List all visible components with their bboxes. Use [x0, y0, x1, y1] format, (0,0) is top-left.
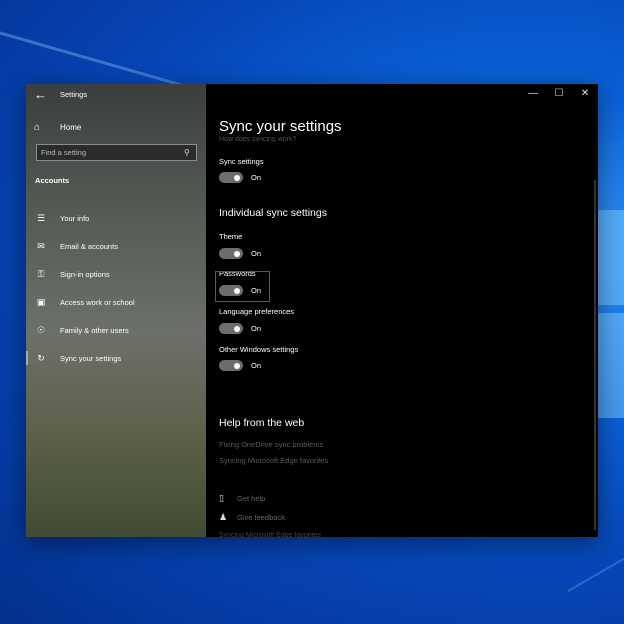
toggle-knob	[234, 362, 240, 369]
nav-item-family-users[interactable]: ☉ Family & other users	[26, 316, 206, 344]
toggle-track[interactable]	[219, 360, 243, 371]
nav-home[interactable]: ⌂ Home	[34, 120, 81, 134]
toggle-state: On	[251, 361, 262, 370]
sync-settings-label: Sync settings	[219, 157, 264, 166]
clipped-text: Syncing Microsoft Edge favorites	[219, 532, 321, 537]
toggle-track[interactable]	[219, 323, 243, 334]
nav-item-email-accounts[interactable]: ✉ Email & accounts	[26, 232, 206, 260]
app-title: Settings	[60, 90, 88, 99]
sync-icon: ↻	[37, 352, 45, 363]
sync-settings-toggle[interactable]: On	[219, 172, 261, 183]
scrollbar[interactable]	[594, 180, 596, 530]
nav-item-sync-settings[interactable]: ↻ Sync your settings	[26, 344, 206, 372]
toggle-track[interactable]	[219, 248, 243, 259]
envelope-icon: ✉	[37, 240, 45, 251]
page-title: Sync your settings	[219, 118, 342, 135]
get-help-label: Get help	[237, 494, 266, 503]
briefcase-icon: ▣	[36, 296, 46, 307]
individual-sync-heading: Individual sync settings	[219, 207, 327, 219]
help-link-onedrive[interactable]: Fixing OneDrive sync problems	[219, 440, 323, 449]
chat-help-icon: ▯	[219, 493, 224, 503]
sidebar: ← Settings ⌂ Home ⚲ Accounts ☰ Your info…	[26, 84, 206, 537]
nav-item-label: Access work or school	[60, 297, 135, 307]
help-link-edge[interactable]: Syncing Microsoft Edge favorites	[219, 456, 328, 465]
toggle-state: On	[251, 249, 262, 258]
theme-toggle[interactable]: On	[219, 248, 261, 259]
close-button[interactable]: ✕	[572, 84, 598, 104]
contact-card-icon: ☰	[36, 212, 46, 223]
window-controls: — ☐ ✕	[520, 84, 598, 104]
nav-item-label: Sync your settings	[60, 353, 122, 363]
highlight-box	[215, 271, 270, 302]
maximize-button[interactable]: ☐	[546, 84, 572, 104]
search-input[interactable]	[37, 148, 184, 157]
search-box[interactable]: ⚲	[36, 144, 197, 161]
home-icon: ⌂	[34, 121, 41, 133]
get-help-link[interactable]: ▯ Get help	[219, 493, 265, 504]
nav-home-label: Home	[60, 122, 82, 132]
toggle-knob	[234, 250, 240, 257]
nav-item-label: Sign-in options	[60, 269, 110, 279]
how-sync-works-link[interactable]: How does syncing work?	[219, 136, 296, 142]
language-preferences-toggle[interactable]: On	[219, 323, 261, 334]
nav-item-sign-in-options[interactable]: ⚿ Sign-in options	[26, 260, 206, 288]
other-windows-settings-label: Other Windows settings	[219, 345, 299, 354]
language-preferences-label: Language preferences	[219, 307, 295, 316]
give-feedback-label: Give feedback	[237, 513, 285, 522]
nav-item-label: Your info	[60, 213, 90, 223]
nav-list: ☰ Your info ✉ Email & accounts ⚿ Sign-in…	[26, 204, 206, 372]
theme-label: Theme	[219, 232, 243, 241]
windows-logo	[598, 210, 624, 420]
toggle-state: On	[251, 324, 262, 333]
minimize-button[interactable]: —	[520, 84, 546, 104]
nav-item-label: Family & other users	[60, 325, 129, 335]
nav-item-your-info[interactable]: ☰ Your info	[26, 204, 206, 232]
nav-item-access-work[interactable]: ▣ Access work or school	[26, 288, 206, 316]
toggle-knob	[234, 325, 240, 332]
title-bar: ← Settings	[26, 84, 206, 106]
feedback-person-icon: ♟	[219, 512, 228, 522]
key-icon: ⚿	[37, 268, 45, 279]
give-feedback-link[interactable]: ♟ Give feedback	[219, 512, 285, 523]
section-label: Accounts	[35, 176, 70, 185]
settings-window: ← Settings ⌂ Home ⚲ Accounts ☰ Your info…	[26, 84, 598, 537]
toggle-knob	[234, 174, 240, 181]
toggle-track[interactable]	[219, 172, 243, 183]
person-icon: ☉	[36, 324, 46, 335]
help-heading: Help from the web	[219, 417, 305, 429]
content-pane: — ☐ ✕ Sync your settings How does syncin…	[206, 84, 598, 537]
other-windows-settings-toggle[interactable]: On	[219, 360, 261, 371]
back-arrow-icon[interactable]: ←	[34, 87, 47, 102]
toggle-state: On	[251, 173, 262, 182]
nav-item-label: Email & accounts	[60, 241, 118, 251]
desktop-light-beam	[567, 530, 624, 592]
search-icon[interactable]: ⚲	[184, 148, 196, 157]
